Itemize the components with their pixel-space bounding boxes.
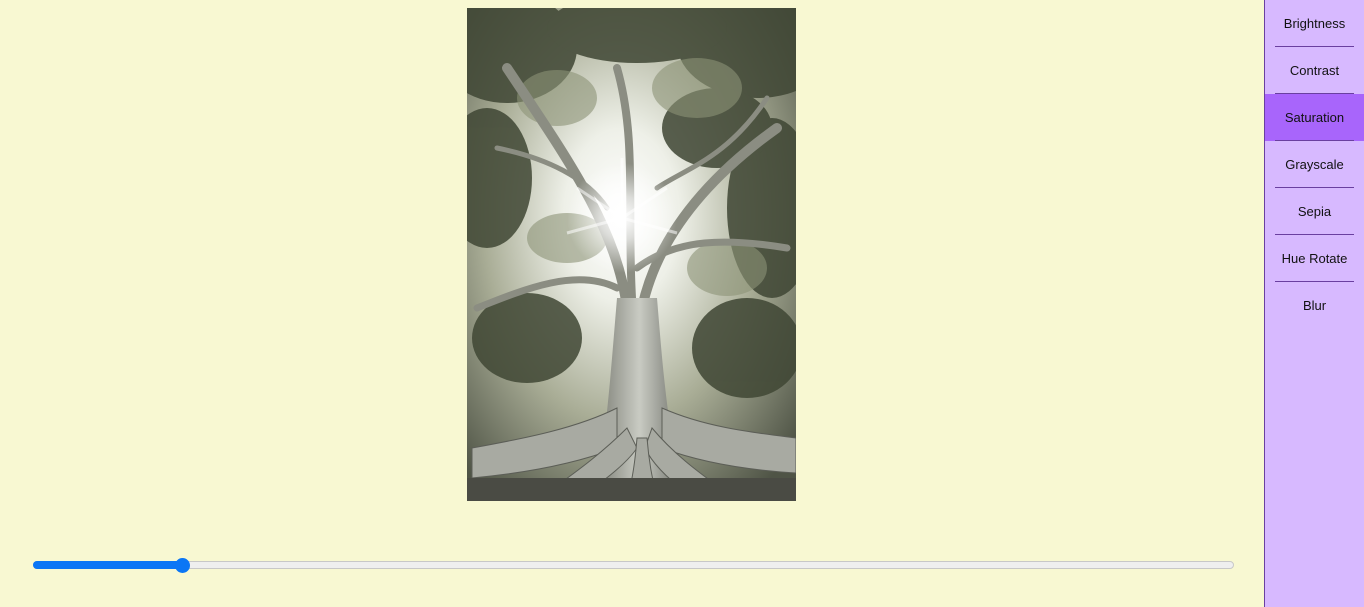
filter-slider[interactable] (33, 556, 1234, 574)
main-area (0, 0, 1264, 607)
filter-button-sepia[interactable]: Sepia (1265, 188, 1364, 235)
filter-button-label: Sepia (1297, 204, 1332, 219)
filter-button-contrast[interactable]: Contrast (1265, 47, 1364, 94)
filter-button-brightness[interactable]: Brightness (1265, 0, 1364, 47)
filter-button-label: Blur (1302, 298, 1327, 313)
filter-button-label: Contrast (1289, 63, 1340, 78)
filter-button-label: Saturation (1284, 110, 1345, 125)
filter-sidebar: Brightness Contrast Saturation Grayscale… (1264, 0, 1364, 607)
slider-track[interactable] (33, 561, 1234, 569)
filter-button-grayscale[interactable]: Grayscale (1265, 141, 1364, 188)
filter-button-hue-rotate[interactable]: Hue Rotate (1265, 235, 1364, 282)
filter-button-label: Brightness (1283, 16, 1346, 31)
filter-button-saturation[interactable]: Saturation (1265, 94, 1364, 141)
filter-button-blur[interactable]: Blur (1265, 282, 1364, 329)
slider-fill (33, 561, 182, 569)
filter-button-label: Hue Rotate (1281, 251, 1348, 266)
preview-image (467, 8, 796, 501)
filter-button-label: Grayscale (1285, 157, 1344, 172)
slider-thumb[interactable] (175, 558, 190, 573)
